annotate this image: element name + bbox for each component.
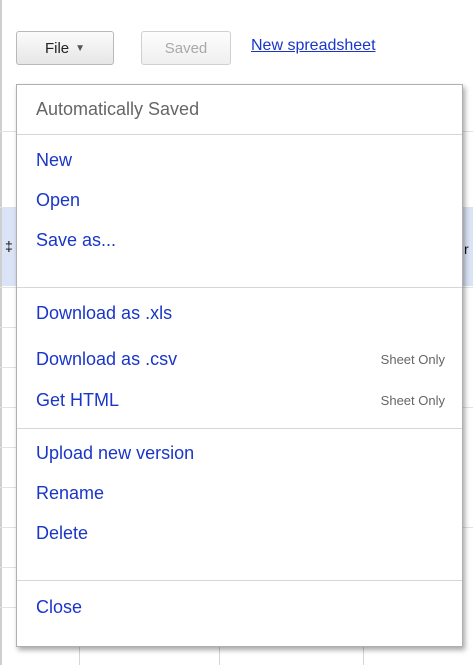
- grid-row-line: [0, 207, 16, 208]
- grid-row-line: [462, 407, 473, 408]
- file-button-label: File: [44, 39, 70, 57]
- grid-row-line: [0, 131, 16, 132]
- grid-row-line: [0, 407, 16, 408]
- saved-button[interactable]: Saved: [141, 31, 231, 65]
- grid-row-line: [0, 287, 16, 288]
- sheet-only-note: Sheet Only: [380, 351, 445, 367]
- spreadsheet-page: ‡ r File ▼ Saved New spreadsheet Automat…: [0, 0, 473, 665]
- menu-item-close[interactable]: Close: [17, 587, 462, 627]
- menu-item-label: Close: [36, 596, 83, 617]
- menu-item-label: Download as .xls: [36, 302, 173, 323]
- menu-item-label: Download as .csv: [36, 348, 178, 369]
- grid-row-line: [0, 527, 16, 528]
- menu-item-download-xls[interactable]: Download as .xls: [17, 293, 462, 333]
- grid-row-line: [462, 527, 473, 528]
- grid-row-line: [0, 567, 16, 568]
- menu-item-label: Get HTML: [36, 389, 120, 410]
- menu-item-label: Save as...: [36, 229, 117, 250]
- menu-item-rename[interactable]: Rename: [17, 473, 462, 513]
- menu-item-get-html[interactable]: Get HTML Sheet Only: [17, 380, 462, 420]
- grid-row-line: [0, 327, 16, 328]
- partial-cell-glyph: ‡: [5, 238, 13, 254]
- new-spreadsheet-link[interactable]: New spreadsheet: [251, 37, 376, 55]
- menu-item-save-as[interactable]: Save as...: [17, 220, 462, 260]
- grid-row-line: [0, 447, 16, 448]
- menu-separator: [17, 580, 462, 581]
- grid-left-border: [0, 0, 2, 665]
- menu-separator: [17, 428, 462, 429]
- menu-item-label: New: [36, 149, 73, 170]
- partial-cell-glyph: r: [464, 241, 469, 257]
- grid-row-line: [462, 287, 473, 288]
- file-dropdown-menu: Automatically Saved New Open Save as... …: [16, 84, 463, 647]
- menu-item-label: Rename: [36, 482, 105, 503]
- menu-item-label: Delete: [36, 522, 89, 543]
- saved-button-label: Saved: [164, 39, 208, 57]
- sheet-only-note: Sheet Only: [380, 392, 445, 408]
- menu-item-new[interactable]: New: [17, 140, 462, 180]
- menu-item-label: Upload new version: [36, 442, 195, 463]
- grid-row-line: [0, 487, 16, 488]
- menu-separator: [17, 134, 462, 135]
- grid-row-line: [0, 607, 16, 608]
- menu-item-upload-new-version[interactable]: Upload new version: [17, 433, 462, 473]
- menu-item-label: Open: [36, 189, 81, 210]
- grid-row-line: [462, 207, 473, 208]
- grid-row-line: [0, 367, 16, 368]
- menu-item-download-csv[interactable]: Download as .csv Sheet Only: [17, 339, 462, 379]
- menu-header-status: Automatically Saved: [36, 99, 200, 119]
- grid-row-line: [462, 131, 473, 132]
- file-menu-button[interactable]: File ▼: [16, 31, 114, 65]
- chevron-down-icon: ▼: [75, 42, 86, 54]
- menu-item-open[interactable]: Open: [17, 180, 462, 220]
- menu-separator: [17, 287, 462, 288]
- menu-item-delete[interactable]: Delete: [17, 513, 462, 553]
